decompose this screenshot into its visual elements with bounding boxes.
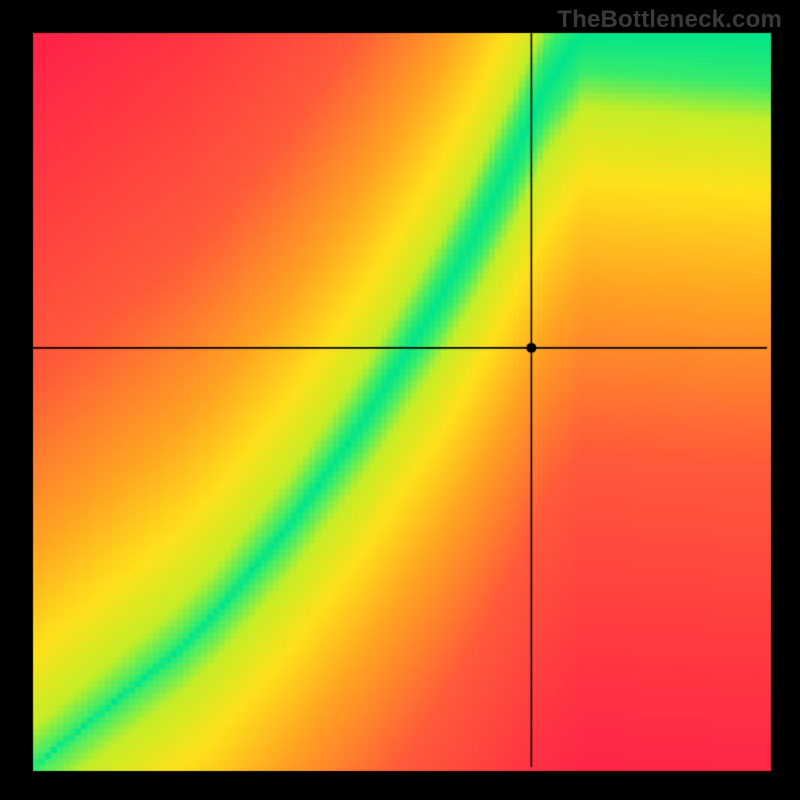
- chart-container: TheBottleneck.com: [0, 0, 800, 800]
- watermark-text: TheBottleneck.com: [557, 6, 782, 34]
- heatmap-canvas: [0, 0, 800, 800]
